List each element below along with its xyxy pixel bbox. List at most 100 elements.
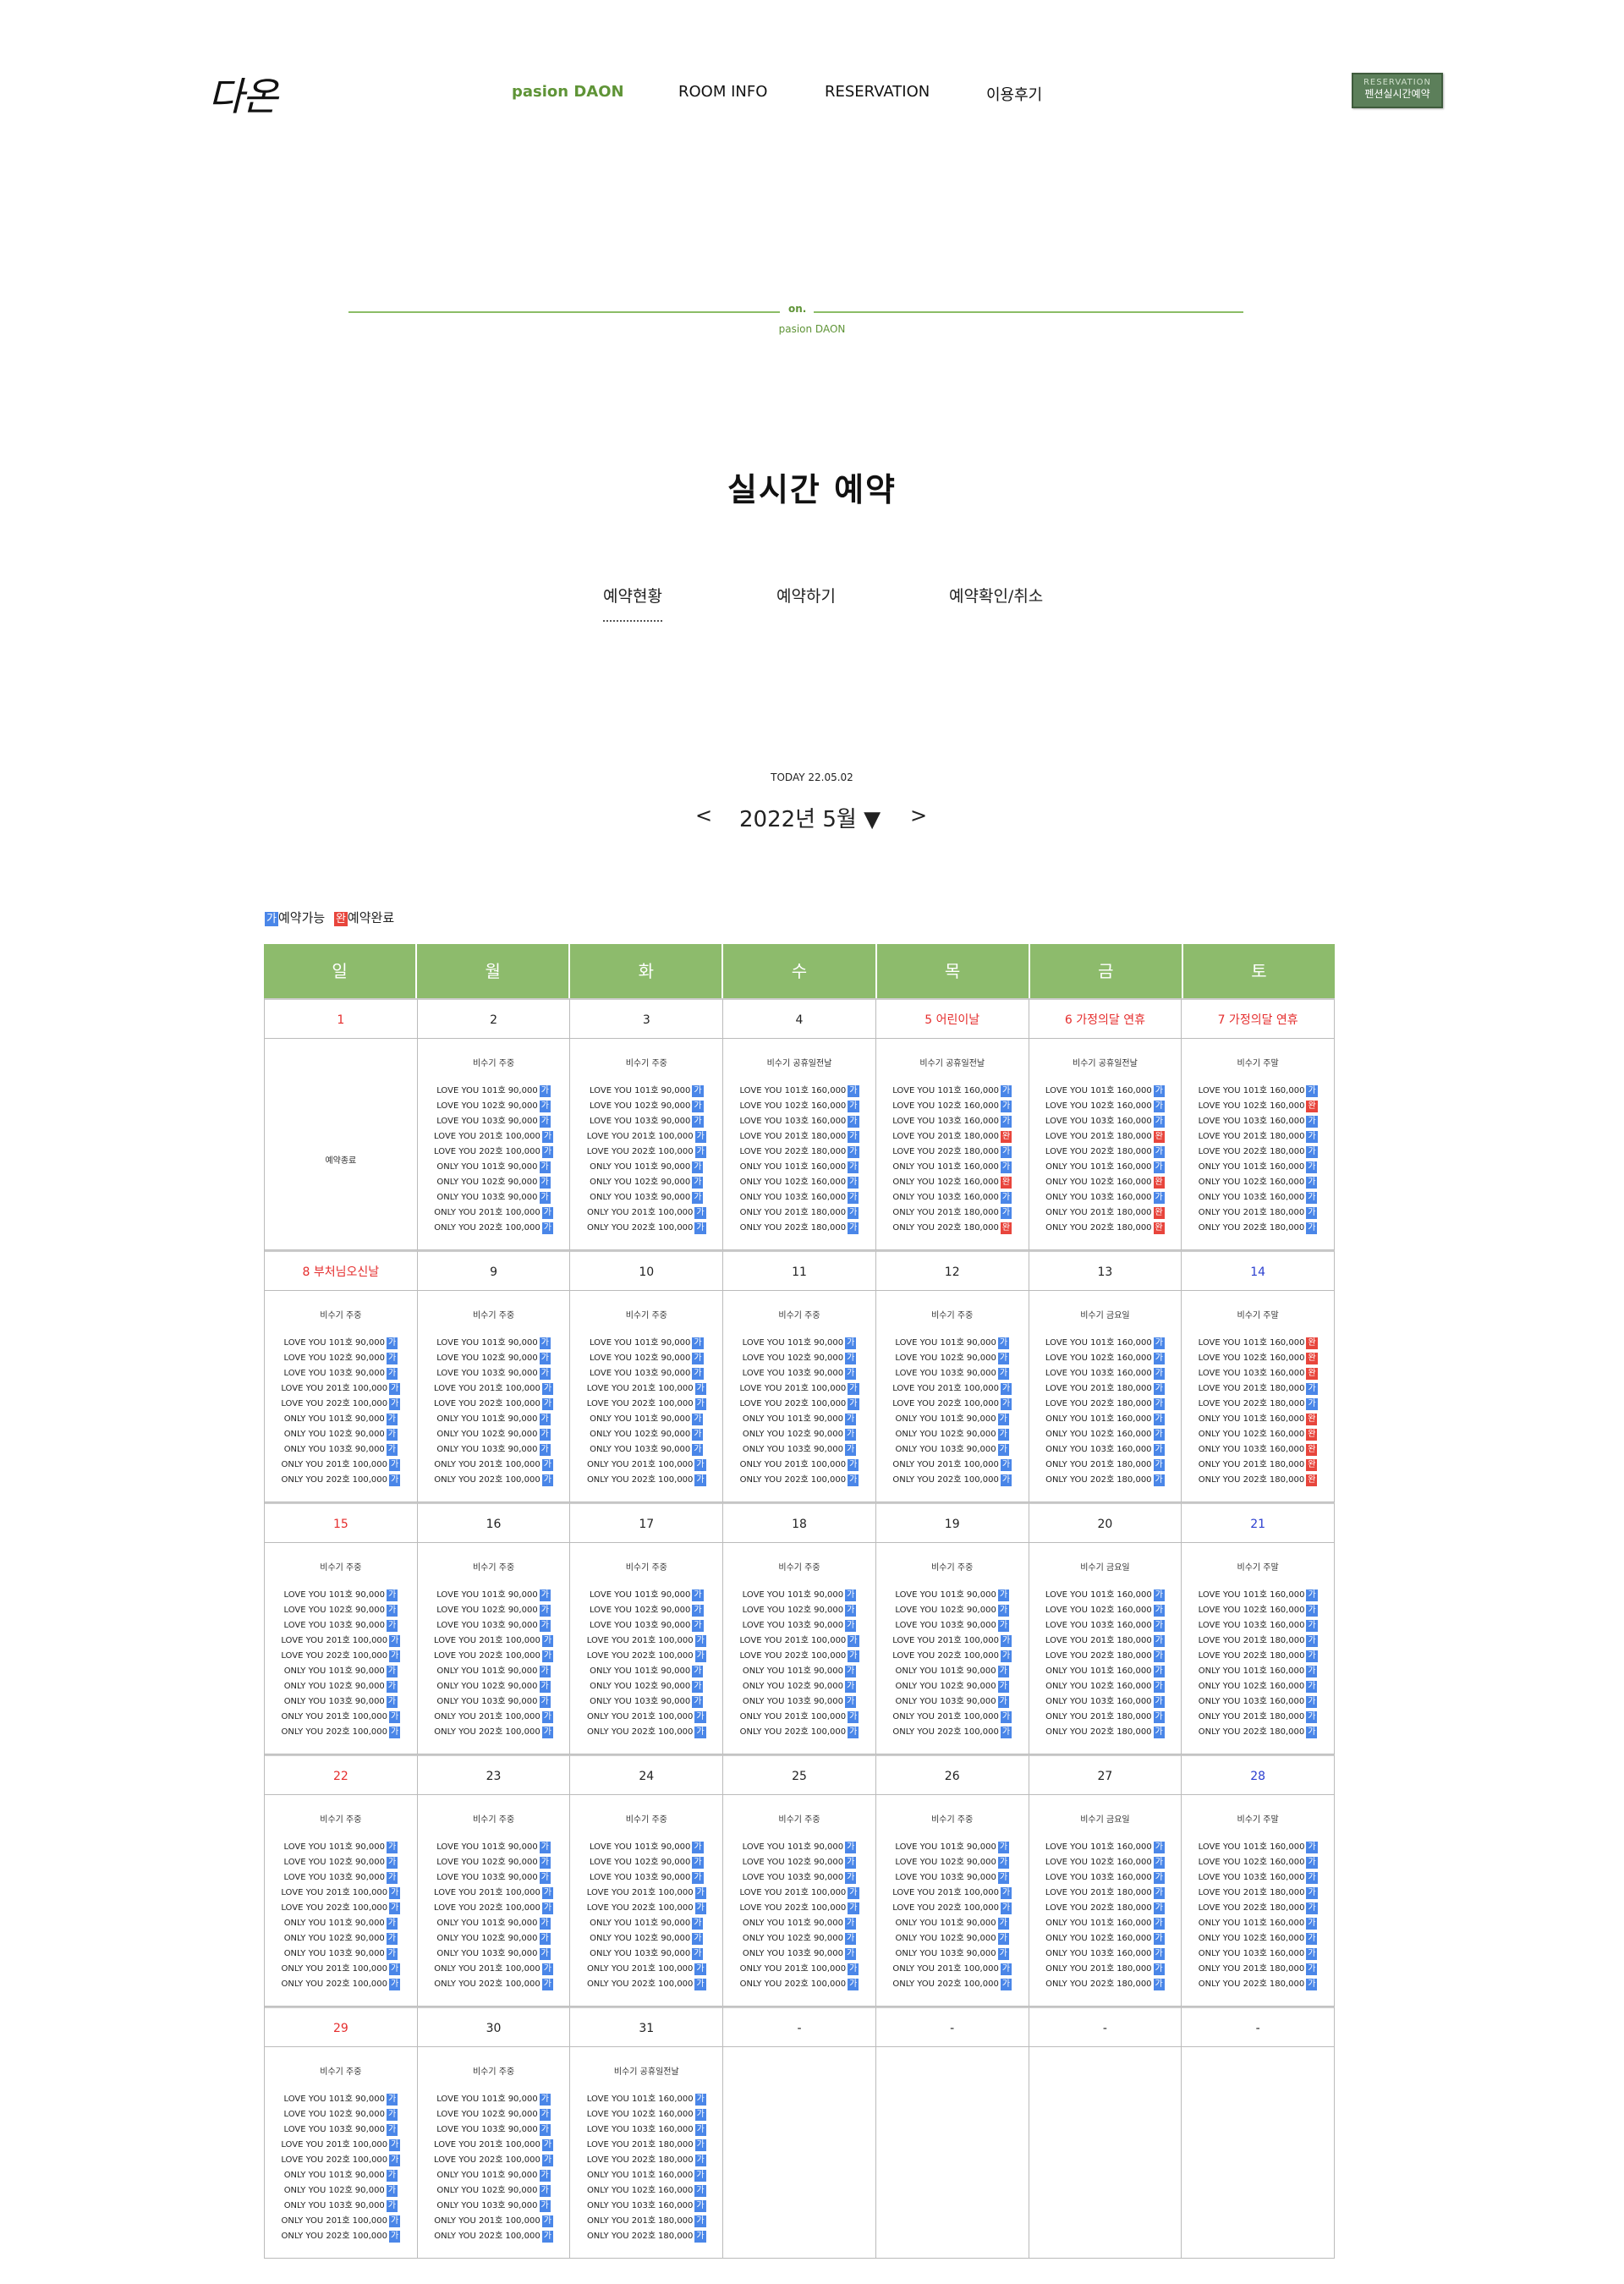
available-badge[interactable]: 가	[848, 1650, 859, 1662]
available-badge[interactable]: 가	[844, 1429, 857, 1441]
calendar-date[interactable]: 11	[723, 1250, 876, 1291]
available-badge[interactable]: 가	[845, 1605, 857, 1617]
room-availability[interactable]: LOVE YOU 102호 160,000 가	[1045, 1856, 1165, 1869]
room-availability[interactable]: ONLY YOU 201호 100,000 가	[740, 1963, 859, 1976]
room-availability[interactable]: LOVE YOU 202호 180,000 가	[1045, 1902, 1165, 1915]
available-badge[interactable]: 가	[694, 1474, 706, 1486]
room-availability[interactable]: LOVE YOU 103호 90,000 가	[895, 1871, 1010, 1885]
room-availability[interactable]: LOVE YOU 103호 90,000 가	[436, 2123, 551, 2137]
available-badge[interactable]: 가	[1153, 1620, 1165, 1632]
available-badge[interactable]: 가	[694, 1398, 706, 1410]
room-availability[interactable]: LOVE YOU 202호 100,000 가	[587, 1397, 706, 1411]
room-availability[interactable]: LOVE YOU 103호 90,000 가	[284, 1619, 398, 1633]
calendar-date[interactable]: 30	[417, 2007, 571, 2047]
available-badge[interactable]: 가	[1000, 1979, 1012, 1990]
room-availability[interactable]: LOVE YOU 201호 180,000 가	[1199, 1634, 1318, 1648]
room-availability[interactable]: LOVE YOU 201호 100,000 가	[434, 1634, 554, 1648]
room-availability[interactable]: ONLY YOU 102호 90,000 가	[590, 1932, 704, 1946]
available-badge[interactable]: 가	[539, 1933, 551, 1945]
room-availability[interactable]: ONLY YOU 202호 180,000 가	[1045, 1474, 1165, 1487]
available-badge[interactable]: 가	[1153, 1681, 1165, 1693]
room-availability[interactable]: LOVE YOU 103호 90,000 가	[436, 1115, 551, 1128]
room-availability[interactable]: LOVE YOU 101호 90,000 가	[436, 1337, 551, 1350]
room-availability[interactable]: LOVE YOU 201호 180,000 가	[587, 2139, 706, 2152]
available-badge[interactable]: 가	[844, 1696, 857, 1708]
room-availability[interactable]: LOVE YOU 103호 90,000 가	[743, 1367, 857, 1381]
room-availability[interactable]: LOVE YOU 102호 90,000 가	[436, 1604, 551, 1617]
available-badge[interactable]: 가	[848, 1383, 859, 1395]
room-availability[interactable]: LOVE YOU 103호 160,000 가	[1199, 1619, 1318, 1633]
room-availability[interactable]: LOVE YOU 201호 180,000 가	[1045, 1382, 1165, 1396]
available-badge[interactable]: 가	[539, 1589, 551, 1601]
available-badge[interactable]: 가	[539, 1429, 551, 1441]
room-availability[interactable]: ONLY YOU 101호 90,000 가	[743, 1413, 857, 1426]
available-badge[interactable]: 가	[844, 1414, 857, 1425]
room-availability[interactable]: ONLY YOU 102호 90,000 가	[436, 1680, 551, 1694]
room-availability[interactable]: ONLY YOU 103호 90,000 가	[436, 1695, 551, 1709]
available-badge[interactable]: 가	[848, 1474, 859, 1486]
room-availability[interactable]: LOVE YOU 202호 100,000 가	[434, 1145, 554, 1159]
room-availability[interactable]: ONLY YOU 201호 100,000 가	[434, 1206, 553, 1220]
room-availability[interactable]: ONLY YOU 102호 90,000 가	[284, 1932, 398, 1946]
available-badge[interactable]: 가	[997, 1414, 1009, 1425]
room-availability[interactable]: LOVE YOU 202호 180,000 가	[892, 1145, 1012, 1159]
available-badge[interactable]: 가	[541, 1887, 554, 1899]
available-badge[interactable]: 가	[844, 1444, 857, 1456]
available-badge[interactable]: 가	[539, 1161, 551, 1173]
available-badge[interactable]: 가	[389, 2139, 401, 2151]
available-badge[interactable]: 가	[1153, 1711, 1165, 1723]
room-availability[interactable]: ONLY YOU 101호 160,000 가	[1045, 1161, 1165, 1174]
room-availability[interactable]: ONLY YOU 202호 100,000 가	[740, 1474, 859, 1487]
available-badge[interactable]: 가	[386, 2094, 398, 2106]
available-badge[interactable]: 가	[541, 1902, 554, 1914]
available-badge[interactable]: 가	[1153, 1887, 1165, 1899]
calendar-date[interactable]: 25	[723, 1754, 876, 1795]
available-badge[interactable]: 가	[997, 1681, 1009, 1693]
room-availability[interactable]: ONLY YOU 101호 160,000 가	[1199, 1917, 1318, 1930]
room-availability[interactable]: ONLY YOU 103호 160,000 가	[587, 2199, 706, 2213]
calendar-date[interactable]: 10	[570, 1250, 724, 1291]
room-availability[interactable]: LOVE YOU 103호 160,000 가	[587, 2123, 706, 2137]
room-availability[interactable]: LOVE YOU 201호 100,000 가	[739, 1634, 859, 1648]
done-badge[interactable]: 완	[1306, 1474, 1318, 1486]
available-badge[interactable]: 가	[692, 1857, 704, 1869]
available-badge[interactable]: 가	[1001, 1902, 1012, 1914]
room-availability[interactable]: ONLY YOU 102호 90,000 가	[896, 1932, 1009, 1946]
available-badge[interactable]: 가	[848, 1887, 859, 1899]
room-availability[interactable]: ONLY YOU 202호 180,000 완	[892, 1222, 1012, 1235]
room-availability[interactable]: LOVE YOU 101호 160,000 가	[892, 1084, 1012, 1098]
available-badge[interactable]: 가	[386, 1444, 398, 1456]
room-availability[interactable]: ONLY YOU 102호 90,000 가	[284, 1680, 398, 1694]
room-availability[interactable]: ONLY YOU 101호 90,000 가	[436, 1917, 551, 1930]
available-badge[interactable]: 가	[1306, 1963, 1318, 1975]
room-availability[interactable]: LOVE YOU 101호 90,000 가	[284, 1337, 398, 1350]
available-badge[interactable]: 가	[1153, 1383, 1165, 1395]
room-availability[interactable]: LOVE YOU 101호 160,000 완	[1199, 1337, 1318, 1350]
available-badge[interactable]: 가	[1306, 1177, 1318, 1189]
room-availability[interactable]: ONLY YOU 102호 90,000 가	[590, 1176, 704, 1189]
room-availability[interactable]: ONLY YOU 202호 100,000 가	[282, 1726, 401, 1739]
available-badge[interactable]: 가	[692, 1666, 704, 1677]
available-badge[interactable]: 가	[694, 2231, 706, 2243]
month-selector[interactable]: 2022년 5월 ▼	[739, 802, 881, 833]
nav-reviews[interactable]: 이용후기	[986, 83, 1042, 105]
room-availability[interactable]: ONLY YOU 102호 90,000 가	[590, 1680, 704, 1694]
available-badge[interactable]: 가	[997, 1605, 1010, 1617]
room-availability[interactable]: LOVE YOU 102호 160,000 가	[739, 1100, 859, 1113]
available-badge[interactable]: 가	[1306, 1918, 1318, 1930]
room-availability[interactable]: ONLY YOU 101호 90,000 가	[743, 1917, 857, 1930]
available-badge[interactable]: 가	[1001, 1383, 1012, 1395]
room-availability[interactable]: LOVE YOU 101호 90,000 가	[743, 1589, 857, 1602]
room-availability[interactable]: ONLY YOU 202호 100,000 가	[892, 1726, 1012, 1739]
room-availability[interactable]: LOVE YOU 103호 90,000 가	[436, 1367, 551, 1381]
room-availability[interactable]: ONLY YOU 201호 100,000 가	[434, 2215, 553, 2228]
available-badge[interactable]: 가	[694, 1650, 706, 1662]
available-badge[interactable]: 가	[694, 2185, 706, 2197]
room-availability[interactable]: ONLY YOU 202호 180,000 가	[740, 1222, 859, 1235]
available-badge[interactable]: 가	[541, 1398, 554, 1410]
room-availability[interactable]: LOVE YOU 201호 180,000 완	[1045, 1130, 1165, 1144]
available-badge[interactable]: 가	[386, 2124, 398, 2136]
done-badge[interactable]: 완	[1306, 1353, 1318, 1364]
room-availability[interactable]: ONLY YOU 101호 90,000 가	[590, 1665, 704, 1678]
room-availability[interactable]: ONLY YOU 102호 160,000 가	[587, 2184, 706, 2198]
